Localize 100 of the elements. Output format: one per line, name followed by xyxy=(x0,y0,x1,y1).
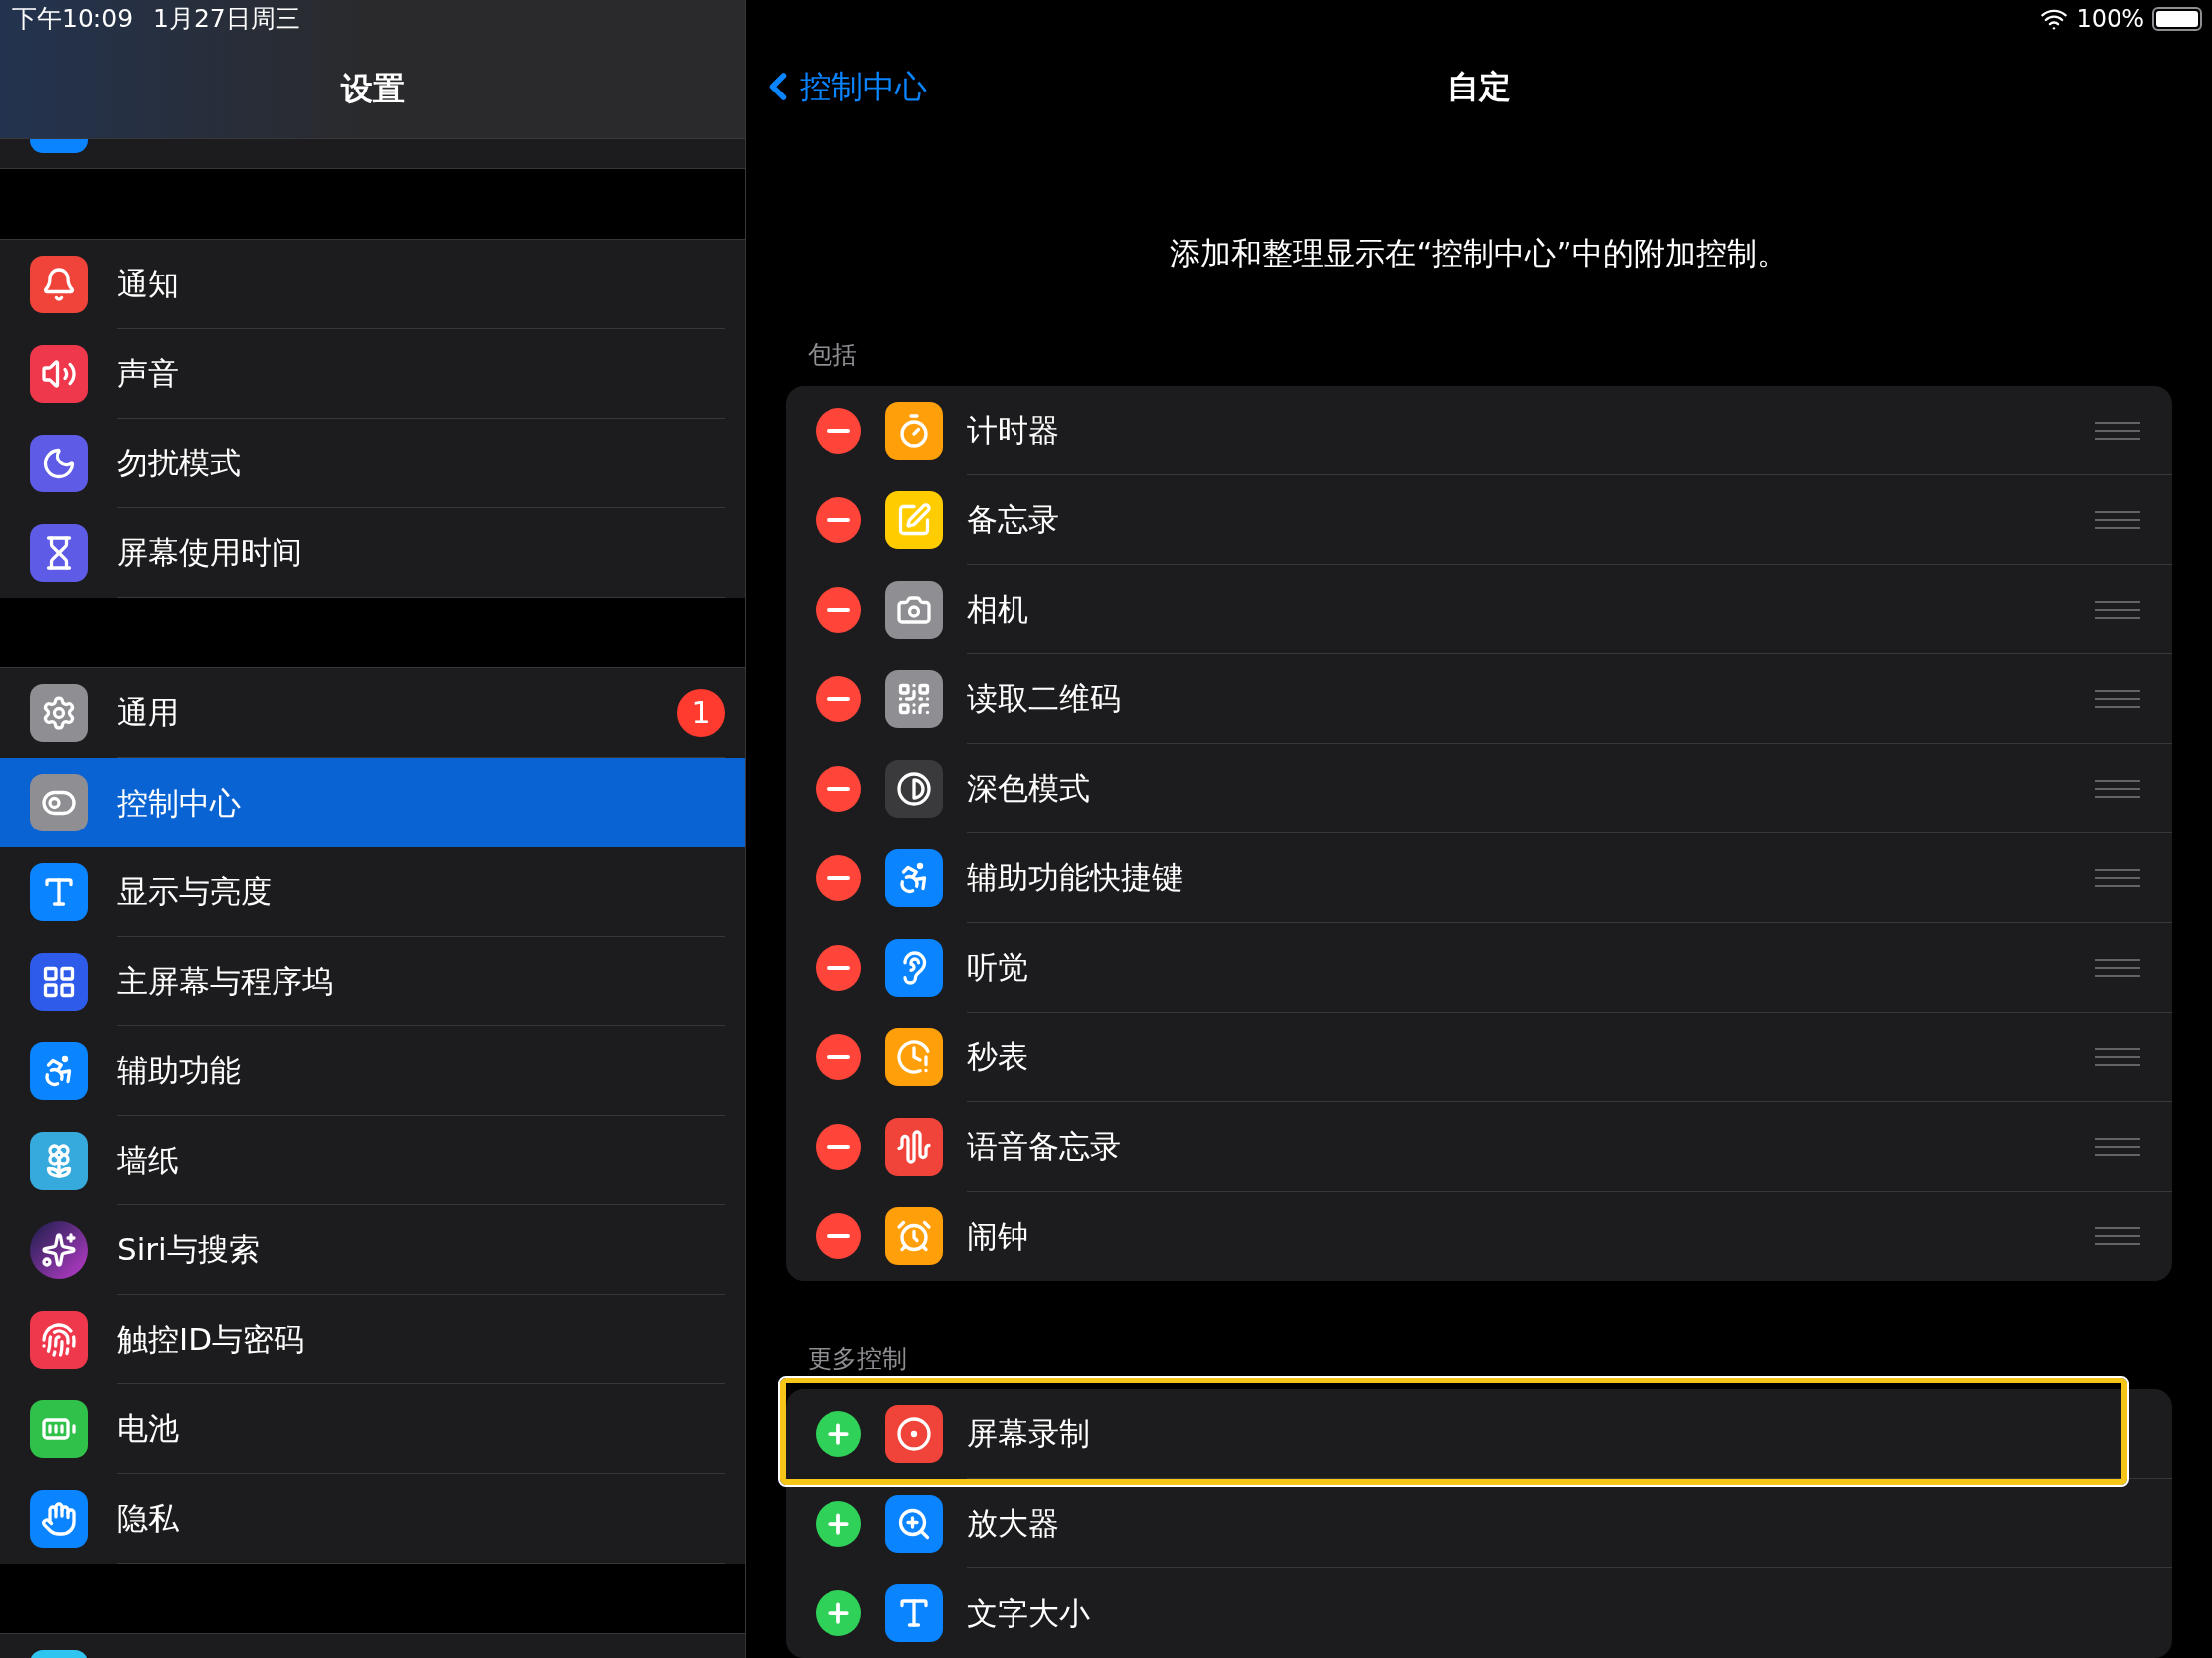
settings-item[interactable]: 墙纸 xyxy=(0,1116,745,1205)
timer-icon xyxy=(885,402,943,460)
control-label: 读取二维码 xyxy=(967,679,1121,719)
minus-icon xyxy=(827,876,850,880)
settings-item[interactable]: 屏幕使用时间 xyxy=(0,508,745,598)
flower-icon xyxy=(30,1132,88,1190)
settings-item[interactable]: 电池 xyxy=(0,1384,745,1474)
add-button[interactable] xyxy=(816,1501,861,1547)
minus-icon xyxy=(827,608,850,612)
note-icon xyxy=(885,491,943,549)
settings-item-label: 控制中心 xyxy=(117,783,241,823)
settings-item[interactable]: 显示与亮度 xyxy=(0,847,745,937)
accessibility-icon xyxy=(30,1042,88,1100)
remove-button[interactable] xyxy=(816,408,861,454)
settings-item[interactable]: 辅助功能 xyxy=(0,1026,745,1116)
battery-icon xyxy=(30,1400,88,1458)
alarm-clock-icon xyxy=(885,1207,943,1265)
settings-item[interactable]: 主屏幕与程序坞 xyxy=(0,937,745,1026)
control-label: 相机 xyxy=(967,590,1028,630)
drag-handle-icon xyxy=(2095,1226,2140,1246)
moon-icon xyxy=(30,435,88,492)
minus-icon xyxy=(827,966,850,970)
remove-button[interactable] xyxy=(816,587,861,633)
settings-item-label: Siri与搜索 xyxy=(117,1230,260,1270)
control-label: 备忘录 xyxy=(967,500,1059,540)
notification-badge: 1 xyxy=(677,688,725,737)
page-title: 自定 xyxy=(1447,66,1511,107)
status-time: 下午10:09 xyxy=(12,3,134,36)
magnifier-icon xyxy=(885,1495,943,1553)
remove-button[interactable] xyxy=(816,945,861,991)
minus-icon xyxy=(827,1145,850,1149)
control-label: 闹钟 xyxy=(967,1216,1028,1256)
fingerprint-icon xyxy=(30,1311,88,1369)
remove-button[interactable] xyxy=(816,855,861,901)
control-label: 秒表 xyxy=(967,1037,1028,1077)
sidebar-title: 设置 xyxy=(340,68,405,109)
hourglass-icon xyxy=(30,524,88,582)
settings-item-label: 电池 xyxy=(117,1409,179,1449)
settings-item-label: 主屏幕与程序坞 xyxy=(117,962,333,1002)
hand-icon xyxy=(30,1490,88,1548)
stopwatch-icon xyxy=(885,1028,943,1086)
remove-button[interactable] xyxy=(816,1124,861,1170)
contrast-icon xyxy=(885,760,943,818)
drag-handle-icon xyxy=(2095,420,2140,441)
control-label: 语音备忘录 xyxy=(967,1127,1121,1167)
drag-handle-icon xyxy=(2095,599,2140,620)
ear-icon xyxy=(885,939,943,997)
drag-handle-icon xyxy=(2095,778,2140,799)
minus-icon xyxy=(827,697,850,701)
battery-icon xyxy=(2152,6,2202,31)
control-label: 听觉 xyxy=(967,948,1028,988)
remove-button[interactable] xyxy=(816,676,861,722)
settings-item-label: 屏幕使用时间 xyxy=(117,533,302,573)
settings-item-label: 通知 xyxy=(117,265,179,304)
remove-button[interactable] xyxy=(816,497,861,543)
settings-item[interactable]: 控制中心 xyxy=(0,758,745,847)
description: 添加和整理显示在“控制中心”中的附加控制。 xyxy=(1170,234,1788,274)
minus-icon xyxy=(827,429,850,433)
settings-item[interactable]: 通用 1 xyxy=(0,668,745,758)
control-label: 放大器 xyxy=(967,1504,1059,1544)
add-button[interactable] xyxy=(816,1411,861,1457)
settings-item-label: 通用 xyxy=(117,693,179,733)
text-size-icon xyxy=(30,863,88,921)
remove-button[interactable] xyxy=(816,766,861,812)
drag-handle-icon xyxy=(2095,509,2140,530)
control-label: 深色模式 xyxy=(967,769,1090,809)
qr-code-icon xyxy=(885,670,943,728)
add-button[interactable] xyxy=(816,1590,861,1636)
drag-handle-icon xyxy=(2095,957,2140,978)
remove-button[interactable] xyxy=(816,1034,861,1080)
drag-handle-icon xyxy=(2095,867,2140,888)
grid-icon xyxy=(30,953,88,1011)
settings-item[interactable]: 声音 xyxy=(0,329,745,419)
settings-item-label: 显示与亮度 xyxy=(117,872,272,912)
battery-percent: 100% xyxy=(2076,3,2144,35)
camera-icon xyxy=(885,581,943,639)
drag-handle-icon xyxy=(2095,1136,2140,1157)
settings-item[interactable]: 勿扰模式 xyxy=(0,419,745,508)
minus-icon xyxy=(827,787,850,791)
settings-item-label: 触控ID与密码 xyxy=(117,1320,304,1360)
record-icon xyxy=(885,1405,943,1463)
settings-item-label: 勿扰模式 xyxy=(117,444,241,483)
control-label: 文字大小 xyxy=(967,1593,1090,1633)
control-label: 屏幕录制 xyxy=(967,1414,1090,1454)
settings-item[interactable]: 隐私 xyxy=(0,1474,745,1564)
remove-button[interactable] xyxy=(816,1213,861,1259)
settings-item[interactable]: 触控ID与密码 xyxy=(0,1295,745,1384)
toggle-icon xyxy=(30,774,88,831)
settings-item[interactable]: 通知 xyxy=(0,240,745,329)
accessibility-icon xyxy=(885,849,943,907)
drag-handle-icon xyxy=(2095,1046,2140,1067)
section-header: 更多控制 xyxy=(808,1343,907,1376)
minus-icon xyxy=(827,1234,850,1238)
settings-item-label: 隐私 xyxy=(117,1499,179,1539)
settings-item[interactable]: Siri与搜索 xyxy=(0,1205,745,1295)
section-header: 包括 xyxy=(808,339,857,372)
back-button[interactable]: 控制中心 xyxy=(756,62,927,110)
text-size-icon xyxy=(885,1584,943,1642)
settings-item-label: 声音 xyxy=(117,354,179,394)
settings-item-label: 墙纸 xyxy=(117,1141,179,1181)
